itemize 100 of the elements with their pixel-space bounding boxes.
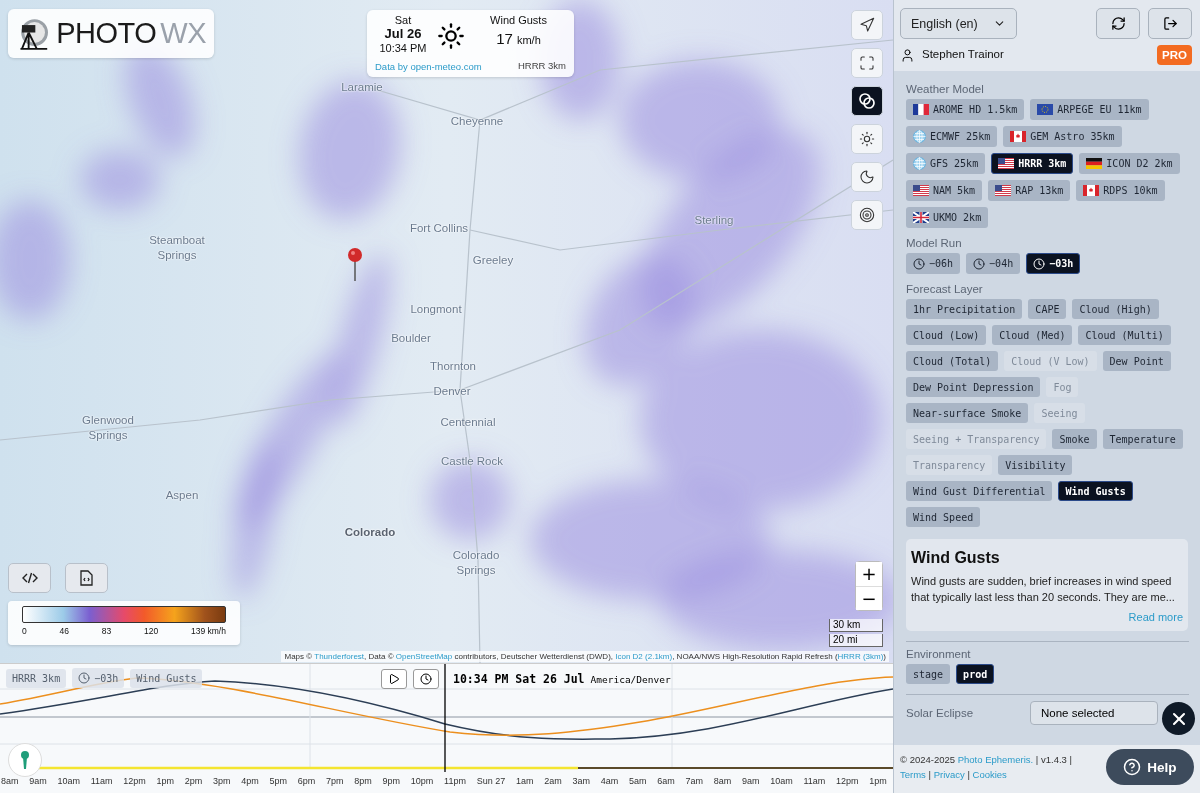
- run-option[interactable]: −03h: [1026, 253, 1081, 274]
- model-option[interactable]: AROME HD 1.5km: [906, 99, 1025, 120]
- help-icon: [1123, 758, 1142, 776]
- legend-tick: 0: [22, 627, 27, 637]
- close-button[interactable]: [1162, 702, 1195, 735]
- model-option[interactable]: UKMO 2km: [906, 207, 989, 228]
- zoom-button[interactable]: −: [856, 586, 882, 610]
- section-title: Model Run: [906, 237, 963, 249]
- model-label: HRRR 3km: [517, 60, 566, 72]
- city-label: Glenwood Springs: [81, 413, 135, 443]
- overlapping-circles-icon: [858, 92, 876, 110]
- hour-label: 7am: [685, 776, 703, 786]
- hour-label: 11am: [803, 776, 826, 786]
- scale-bar: 20 mi: [829, 634, 883, 647]
- layer-option[interactable]: Cloud (Total): [906, 351, 999, 371]
- city-label: Sterling: [693, 213, 735, 228]
- code-file-button[interactable]: [65, 563, 108, 593]
- hour-label: 10am: [57, 776, 80, 786]
- hour-label: 6am: [657, 776, 675, 786]
- layer-option[interactable]: Cloud (High): [1072, 299, 1159, 319]
- model-chip: HRRR 3km: [6, 668, 67, 688]
- marker-button[interactable]: [8, 743, 42, 777]
- flag-icon: [1037, 104, 1054, 115]
- model-option[interactable]: ICON D2 2km: [1079, 153, 1180, 174]
- legend-tick: 46: [59, 627, 69, 637]
- hour-label: 8am: [1, 776, 19, 786]
- code-button[interactable]: [8, 563, 51, 593]
- model-option[interactable]: HRRR 3km: [991, 153, 1074, 174]
- hour-label: 2pm: [184, 776, 203, 786]
- city-label: Thornton: [429, 359, 477, 374]
- layer-option[interactable]: Near-surface Smoke: [906, 403, 1029, 423]
- section-title: Weather Model: [906, 83, 985, 95]
- hour-label: 7pm: [326, 776, 344, 786]
- hour-label: 10pm: [410, 776, 434, 786]
- flag-icon: [1010, 131, 1027, 142]
- navigation-arrow-icon: [859, 17, 875, 33]
- layer-option[interactable]: Cloud (Low): [906, 325, 987, 345]
- map-tool-button[interactable]: [851, 200, 883, 230]
- model-option[interactable]: GFS 25km: [906, 153, 986, 174]
- model-option[interactable]: RDPS 10km: [1076, 180, 1165, 201]
- layer-option[interactable]: CAPE: [1028, 299, 1067, 319]
- layer-option[interactable]: Dew Point Depression: [906, 377, 1041, 397]
- marker-icon: [20, 750, 30, 770]
- language-select[interactable]: English (en): [900, 8, 1017, 39]
- layer-option[interactable]: Cloud (Med): [992, 325, 1073, 345]
- flag-icon: [995, 185, 1012, 196]
- layer-option[interactable]: Wind Speed: [906, 507, 981, 527]
- city-label: Aspen: [164, 488, 200, 503]
- legend-tick: 120: [144, 627, 159, 637]
- map-tool-button[interactable]: [851, 10, 883, 40]
- logout-button[interactable]: [1148, 8, 1192, 39]
- play-button[interactable]: [381, 669, 407, 689]
- run-option[interactable]: −06h: [906, 253, 961, 274]
- layer-option[interactable]: Wind Gust Differential: [906, 481, 1053, 501]
- map-tool-button[interactable]: [851, 162, 883, 192]
- city-label: Steamboat Springs: [148, 233, 206, 263]
- model-option[interactable]: ARPEGE EU 11km: [1030, 99, 1149, 120]
- layer-option[interactable]: 1hr Precipitation: [906, 299, 1023, 319]
- model-option[interactable]: NAM 5km: [906, 180, 983, 201]
- layer-label: Wind Gusts: [490, 14, 547, 27]
- city-label: Denver: [432, 384, 472, 399]
- user-icon: [900, 47, 915, 63]
- clock-button[interactable]: [413, 669, 439, 689]
- hour-label: 6pm: [297, 776, 316, 786]
- hour-label: 2am: [544, 776, 562, 786]
- help-button[interactable]: Help: [1106, 749, 1194, 785]
- environment-option[interactable]: stage: [906, 664, 951, 684]
- state-label: Colorado: [343, 525, 397, 540]
- map-tool-button[interactable]: [851, 124, 883, 154]
- hour-label: 1am: [515, 776, 534, 786]
- hour-label: 5am: [628, 776, 647, 786]
- city-label: Boulder: [390, 331, 432, 346]
- layer-option[interactable]: Temperature: [1102, 429, 1183, 449]
- section-title: Solar Eclipse: [906, 707, 974, 719]
- city-label: Cheyenne: [449, 114, 505, 129]
- file-code-icon: [80, 570, 93, 586]
- legend-tick: 83: [101, 627, 112, 637]
- city-label: Laramie: [340, 80, 384, 95]
- model-option[interactable]: ECMWF 25km: [906, 126, 998, 147]
- city-label: Greeley: [471, 253, 515, 268]
- eclipse-select[interactable]: None selected: [1030, 701, 1158, 725]
- layer-option[interactable]: Wind Gusts: [1058, 481, 1133, 501]
- model-option[interactable]: GEM Astro 35km: [1003, 126, 1122, 147]
- run-option[interactable]: −04h: [966, 253, 1021, 274]
- model-option[interactable]: RAP 13km: [988, 180, 1071, 201]
- layer-option[interactable]: Smoke: [1052, 429, 1097, 449]
- map-tool-button[interactable]: [851, 86, 883, 116]
- layer-option[interactable]: Cloud (Multi): [1078, 325, 1171, 345]
- environment-option[interactable]: prod: [956, 664, 995, 684]
- info-title: Wind Gusts: [911, 549, 1001, 567]
- hour-label: 8pm: [354, 776, 372, 786]
- sun-icon: [859, 131, 875, 147]
- layer-option[interactable]: Visibility: [998, 455, 1073, 475]
- hour-label: 11pm: [444, 776, 466, 786]
- refresh-button[interactable]: [1096, 8, 1140, 39]
- flag-icon: [998, 158, 1015, 169]
- hour-label: 12pm: [123, 776, 146, 786]
- timezone-label: America/Denver: [590, 673, 671, 685]
- flag-icon: [913, 185, 929, 196]
- layer-option[interactable]: Dew Point: [1102, 351, 1171, 371]
